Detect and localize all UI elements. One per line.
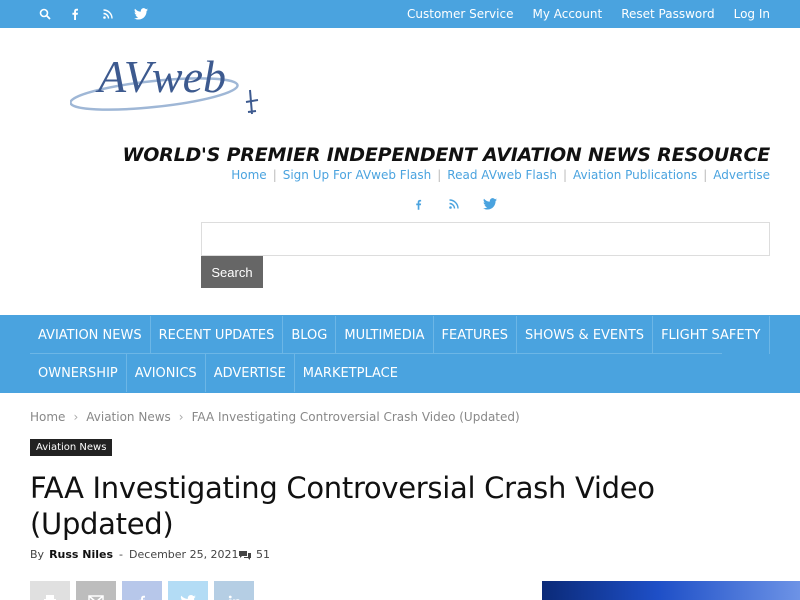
nav-item-advertise[interactable]: Advertise <box>206 354 295 392</box>
header-link-read-flash[interactable]: Read AVweb Flash <box>447 168 557 182</box>
comments-link[interactable]: 51 <box>238 548 270 561</box>
main-nav-row-1: Aviation News Recent Updates Blog Multim… <box>30 316 770 354</box>
facebook-icon <box>139 595 145 600</box>
search-button[interactable]: Search <box>201 256 263 288</box>
article-title: FAA Investigating Controversial Crash Vi… <box>30 471 655 541</box>
site-logo[interactable]: AVweb <box>69 51 266 124</box>
nav-item-features[interactable]: Features <box>434 316 518 354</box>
customer-service-link[interactable]: Customer Service <box>407 7 513 21</box>
nav-item-marketplace[interactable]: Marketplace <box>295 354 406 392</box>
author-link[interactable]: Russ Niles <box>49 548 113 561</box>
link-separator: | <box>272 168 277 182</box>
article-hero-image <box>542 581 800 600</box>
nav-item-avionics[interactable]: Avionics <box>127 354 206 392</box>
logo-wordmark: AVweb <box>95 52 226 102</box>
rss-icon[interactable] <box>96 0 120 28</box>
site-tagline: WORLD'S PREMIER INDEPENDENT AVIATION NEW… <box>122 144 770 166</box>
article-meta: By Russ Niles - December 25, 2021 51 <box>30 548 270 561</box>
header-social-icons <box>400 193 508 215</box>
nav-item-shows-events[interactable]: Shows & Events <box>517 316 654 354</box>
main-nav-row-2: Ownership Avionics Advertise Marketplace <box>30 354 406 392</box>
email-icon <box>88 595 104 600</box>
search-icon[interactable] <box>33 0 57 28</box>
publish-date: December 25, 2021 <box>129 548 239 561</box>
header-link-home[interactable]: Home <box>231 168 266 182</box>
twitter-share-button[interactable] <box>168 581 208 600</box>
link-separator: | <box>437 168 442 182</box>
facebook-icon[interactable] <box>63 0 87 28</box>
chevron-right-icon: › <box>178 410 184 424</box>
reset-password-link[interactable]: Reset Password <box>621 7 714 21</box>
comment-count: 51 <box>256 548 270 561</box>
linkedin-share-button[interactable] <box>214 581 254 600</box>
nav-item-ownership[interactable]: Ownership <box>30 354 127 392</box>
comment-icon <box>239 550 251 560</box>
twitter-icon[interactable] <box>472 193 508 215</box>
linkedin-icon <box>228 595 240 600</box>
header-link-publications[interactable]: Aviation Publications <box>573 168 697 182</box>
nav-item-flight-safety[interactable]: Flight Safety <box>653 316 770 354</box>
breadcrumb-current: FAA Investigating Controversial Crash Vi… <box>191 410 520 424</box>
twitter-icon <box>180 594 196 600</box>
nav-item-aviation-news[interactable]: Aviation News <box>30 316 151 354</box>
breadcrumb: Home › Aviation News › FAA Investigating… <box>30 410 520 424</box>
breadcrumb-aviation-news[interactable]: Aviation News <box>86 410 171 424</box>
header-link-advertise[interactable]: Advertise <box>713 168 770 182</box>
facebook-icon[interactable] <box>400 193 436 215</box>
by-label: By <box>30 548 45 561</box>
search-input[interactable] <box>201 222 770 256</box>
print-button[interactable] <box>30 581 70 600</box>
nav-item-recent-updates[interactable]: Recent Updates <box>151 316 284 354</box>
print-icon <box>44 595 56 600</box>
log-in-link[interactable]: Log In <box>734 7 770 21</box>
link-separator: | <box>703 168 708 182</box>
header-link-signup[interactable]: Sign Up For AVweb Flash <box>283 168 432 182</box>
top-bar: Customer Service My Account Reset Passwo… <box>0 0 800 28</box>
email-share-button[interactable] <box>76 581 116 600</box>
facebook-share-button[interactable] <box>122 581 162 600</box>
nav-item-multimedia[interactable]: Multimedia <box>336 316 434 354</box>
meta-separator: - <box>119 548 124 561</box>
my-account-link[interactable]: My Account <box>532 7 602 21</box>
twitter-icon[interactable] <box>129 0 153 28</box>
nav-item-blog[interactable]: Blog <box>283 316 337 354</box>
rss-icon[interactable] <box>436 193 472 215</box>
category-badge[interactable]: Aviation News <box>30 439 113 456</box>
breadcrumb-home[interactable]: Home <box>30 410 65 424</box>
link-separator: | <box>562 168 568 182</box>
header-links: Home | Sign Up For AVweb Flash | Read AV… <box>231 168 770 182</box>
chevron-right-icon: › <box>73 410 79 424</box>
